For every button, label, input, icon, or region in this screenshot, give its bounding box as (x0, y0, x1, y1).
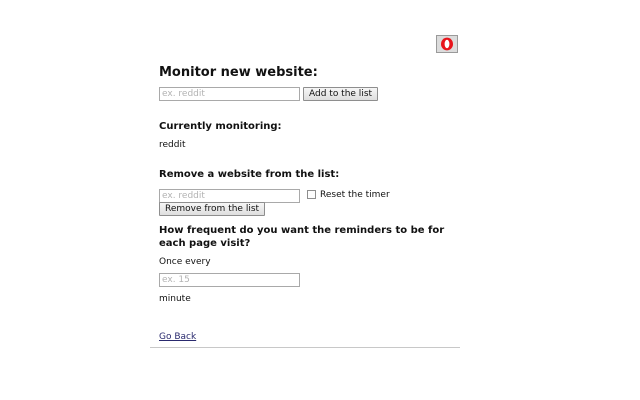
reset-timer-checkbox[interactable] (307, 190, 316, 199)
frequency-prefix: Once every (159, 257, 211, 267)
remove-website-input[interactable] (159, 189, 300, 203)
add-to-list-button[interactable]: Add to the list (303, 87, 379, 101)
extension-page: Monitor new website: Add to the list Cur… (0, 0, 640, 400)
opera-logo-svg (441, 37, 453, 51)
remove-from-list-button[interactable]: Remove from the list (159, 202, 266, 216)
go-back-link[interactable]: Go Back (159, 331, 196, 343)
frequency-minutes-input[interactable] (159, 273, 300, 287)
frequency-unit: minute (159, 294, 191, 304)
currently-monitoring-title: Currently monitoring: (159, 121, 282, 132)
remove-website-title: Remove a website from the list: (159, 169, 340, 180)
reset-timer-label: Reset the timer (320, 190, 390, 200)
frequency-question-line2: each page visit? (159, 238, 251, 249)
extension-popup: Monitor new website: Add to the list Cur… (150, 34, 460, 348)
monitored-site-item: reddit (159, 140, 186, 150)
opera-logo-icon[interactable] (436, 35, 458, 53)
monitor-title: Monitor new website: (159, 65, 318, 80)
monitor-website-input[interactable] (159, 87, 300, 101)
